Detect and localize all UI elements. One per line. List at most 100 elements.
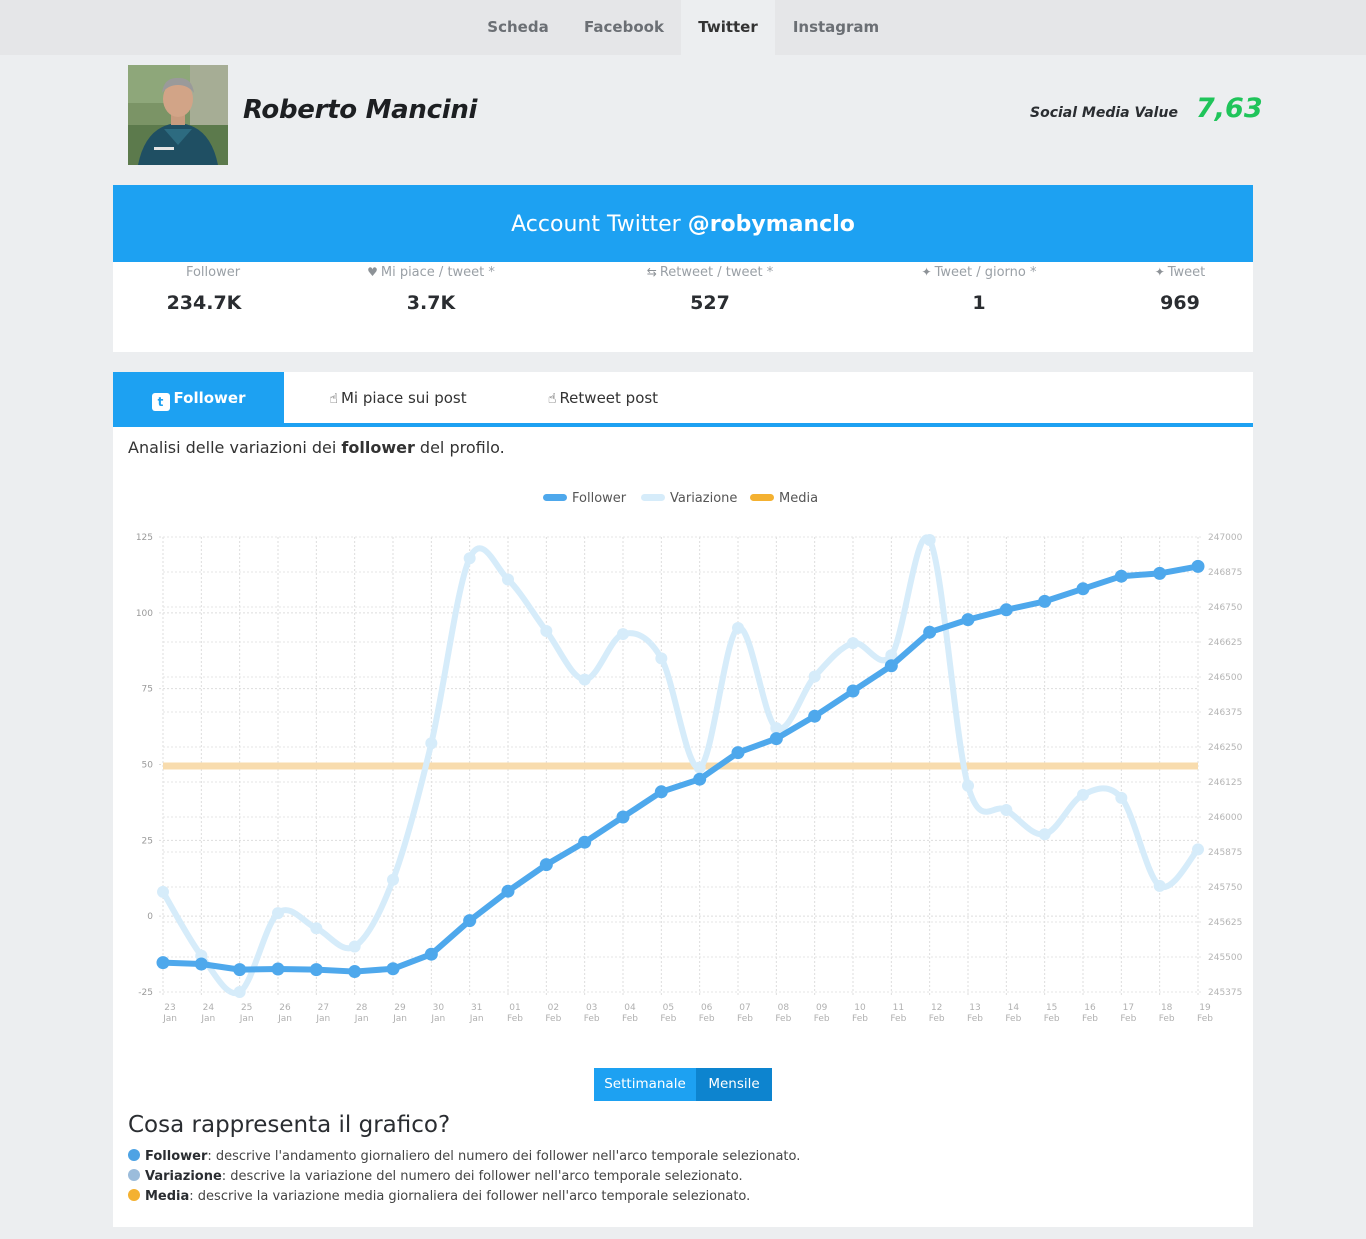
x-tick-month-label: Feb (737, 1014, 753, 1024)
follower-point (463, 914, 477, 928)
variazione-point (463, 552, 476, 565)
variazione-point (157, 885, 169, 898)
right-axis-tick-label: 246125 (1208, 778, 1242, 788)
follower-point (386, 962, 400, 976)
legend-swatch (641, 494, 665, 501)
explain-follower-text: : descrive l'andamento giornaliero del n… (207, 1149, 801, 1164)
x-tick-month-label: Feb (967, 1014, 983, 1024)
twitter-icon: t (151, 393, 170, 411)
tab-retweets-label: Retweet post (559, 389, 659, 407)
twitter-bird-icon: ✦ (1154, 265, 1165, 279)
thumbs-up-icon: ☝ (329, 391, 338, 407)
thumbs-up-icon: ☝ (547, 391, 557, 407)
x-tick-month-label: Feb (1159, 1014, 1175, 1024)
follower-point (1038, 594, 1052, 608)
twitter-bird-icon: ✦ (921, 265, 932, 279)
variazione-point (502, 573, 514, 586)
x-tick-day-label: 06 (701, 1003, 713, 1013)
profile-name: Roberto Mancini (243, 95, 478, 125)
x-tick-day-label: 25 (241, 1003, 252, 1013)
tab-likes-label: Mi piace sui post (340, 389, 467, 407)
left-axis-tick-label: 0 (147, 912, 153, 922)
x-tick-day-label: 27 (318, 1003, 329, 1013)
follower-point (501, 884, 515, 898)
social-media-value-label: Social Media Value (1030, 105, 1178, 121)
x-tick-month-label: Feb (852, 1014, 868, 1024)
right-axis-tick-label: 246000 (1208, 813, 1243, 823)
explain-media: Media: descrive la variazione media gior… (128, 1189, 750, 1204)
nav-tab-scheda[interactable]: Scheda (469, 0, 567, 55)
follower-point (961, 613, 975, 627)
tab-retweets[interactable]: ☝ Retweet post (533, 372, 673, 423)
follower-point (808, 709, 822, 723)
nav-tab-twitter[interactable]: Twitter (681, 0, 775, 55)
variazione-point (1192, 843, 1204, 856)
x-tick-month-label: Feb (775, 1014, 791, 1024)
variazione-point (233, 986, 246, 998)
stat-tweets-day-value: 1 (972, 292, 986, 314)
x-tick-day-label: 28 (356, 1003, 368, 1013)
x-tick-month-label: Feb (1197, 1014, 1213, 1024)
variazione-point (693, 761, 706, 774)
stat-likes-label: Mi piace / tweet * (380, 265, 495, 280)
follower-point (731, 746, 745, 760)
intro-suffix: del profilo. (414, 438, 505, 457)
x-tick-month-label: Feb (929, 1014, 945, 1024)
weekly-button[interactable]: Settimanale (594, 1068, 696, 1101)
x-tick-month-label: Jan (239, 1014, 254, 1024)
follower-dot-icon (128, 1149, 140, 1161)
explain-variazione: Variazione: descrive la variazione del n… (128, 1169, 743, 1184)
account-handle[interactable]: @robymanclo (688, 212, 855, 237)
follower-point (1153, 566, 1167, 580)
heart-icon: ♥ (367, 265, 378, 279)
right-axis-tick-label: 245625 (1208, 918, 1242, 928)
follower-point (578, 835, 592, 849)
x-tick-day-label: 23 (164, 1003, 175, 1013)
legend-label: Media (779, 491, 818, 506)
x-tick-month-label: Jan (392, 1014, 407, 1024)
nav-tab-facebook[interactable]: Facebook (567, 0, 681, 55)
x-tick-day-label: 05 (663, 1003, 674, 1013)
right-axis-tick-label: 245375 (1208, 988, 1242, 998)
tab-likes[interactable]: ☝ Mi piace sui post (313, 372, 483, 423)
right-axis-tick-label: 246875 (1208, 568, 1242, 578)
variazione-point (540, 625, 553, 638)
x-tick-day-label: 13 (969, 1003, 980, 1013)
account-title: Account Twitter (511, 212, 688, 237)
follower-point (1076, 582, 1090, 596)
nav-tab-instagram[interactable]: Instagram (775, 0, 897, 55)
follower-point (271, 962, 285, 976)
stat-follower-label: Follower (185, 265, 241, 280)
variazione-point (1115, 791, 1128, 804)
x-tick-month-label: Feb (1120, 1014, 1136, 1024)
x-tick-day-label: 11 (893, 1003, 904, 1013)
follower-point (654, 785, 668, 799)
right-axis-tick-label: 246500 (1208, 673, 1243, 683)
x-tick-month-label: Feb (507, 1014, 523, 1024)
variazione-point (310, 922, 323, 935)
x-tick-day-label: 08 (778, 1003, 790, 1013)
explain-media-term: Media (145, 1189, 190, 1204)
explain-variazione-term: Variazione (145, 1169, 222, 1184)
monthly-button[interactable]: Mensile (696, 1068, 772, 1101)
tab-follower[interactable]: t Follower (113, 372, 284, 423)
x-tick-day-label: 04 (624, 1003, 636, 1013)
follower-point (424, 947, 438, 961)
profile-photo (128, 65, 228, 165)
analysis-intro: Analisi delle variazioni dei follower de… (128, 438, 505, 457)
x-tick-month-label: Feb (890, 1014, 906, 1024)
left-axis-tick-label: -25 (138, 988, 153, 998)
explain-title: Cosa rappresenta il grafico? (128, 1112, 451, 1138)
variazione-point (617, 628, 629, 641)
right-axis-tick-label: 246375 (1208, 708, 1242, 718)
x-tick-day-label: 19 (1199, 1003, 1211, 1013)
legend-label: Follower (572, 491, 627, 506)
stat-tweets-day-label: Tweet / giorno * (934, 265, 1037, 280)
explain-variazione-text: : descrive la variazione del numero dei … (221, 1169, 743, 1184)
follower-point (769, 732, 783, 746)
x-tick-day-label: 30 (433, 1003, 445, 1013)
x-tick-day-label: 29 (394, 1003, 406, 1013)
x-tick-month-label: Feb (660, 1014, 676, 1024)
follower-point (884, 659, 898, 673)
follower-point (309, 963, 323, 977)
